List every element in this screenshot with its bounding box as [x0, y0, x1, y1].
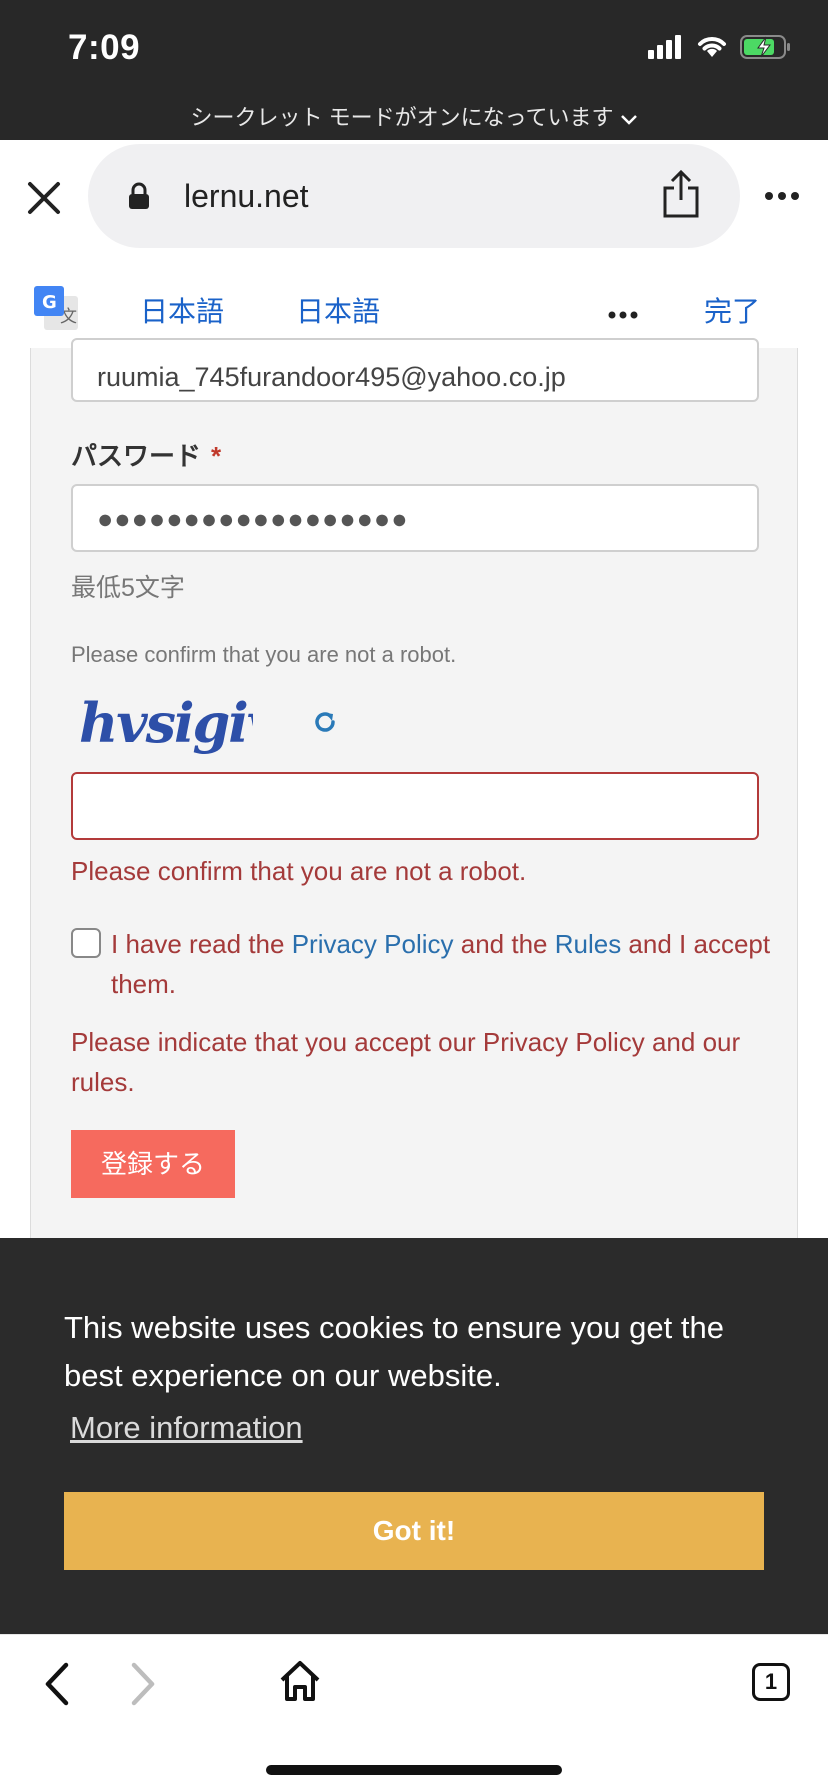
- register-button[interactable]: 登録する: [71, 1130, 235, 1198]
- more-information-link[interactable]: More information: [70, 1410, 303, 1446]
- consent-checkbox[interactable]: [71, 928, 101, 958]
- consent-prefix: I have read the: [111, 929, 292, 959]
- email-field[interactable]: ruumia_745furandoor495@yahoo.co.jp: [71, 338, 759, 402]
- captcha-text: hvsigiv: [79, 691, 253, 755]
- status-bar: 7:09 シークレット モードがオンになっています: [0, 0, 828, 140]
- privacy-policy-link[interactable]: Privacy Policy: [292, 929, 454, 959]
- home-icon[interactable]: [278, 1659, 322, 1708]
- translate-bar: 文 G 日本語 日本語 完了: [0, 260, 828, 348]
- tab-source-language[interactable]: 日本語: [140, 290, 224, 330]
- captcha-input[interactable]: [71, 772, 759, 840]
- lock-icon: [128, 182, 150, 215]
- tab-target-language[interactable]: 日本語: [296, 290, 380, 330]
- refresh-icon[interactable]: [311, 708, 339, 741]
- status-time: 7:09: [68, 28, 141, 67]
- more-icon[interactable]: [764, 188, 800, 206]
- home-indicator: [266, 1765, 562, 1775]
- incognito-banner-text: シークレット モードがオンになっています: [190, 105, 614, 130]
- got-it-button[interactable]: Got it!: [64, 1492, 764, 1570]
- tab-count: 1: [764, 1669, 778, 1694]
- tabs-icon[interactable]: 1: [752, 1663, 790, 1701]
- password-hint: 最低5文字: [71, 574, 185, 602]
- consent-text: I have read the Privacy Policy and the R…: [111, 924, 771, 1004]
- page-content: ruumia_745furandoor495@yahoo.co.jp パスワード…: [0, 338, 828, 1238]
- registration-form: ruumia_745furandoor495@yahoo.co.jp パスワード…: [30, 338, 798, 1238]
- url-bar-area: lernu.net: [0, 140, 828, 260]
- wifi-icon: [696, 35, 728, 64]
- password-label: パスワード *: [71, 436, 221, 473]
- bottom-toolbar: 1: [0, 1634, 828, 1792]
- password-label-text: パスワード: [71, 441, 202, 471]
- address-bar[interactable]: lernu.net: [88, 144, 740, 248]
- status-icons: [648, 34, 792, 65]
- close-icon[interactable]: [22, 176, 66, 220]
- captcha-prompt: Please confirm that you are not a robot.: [71, 642, 457, 667]
- rules-link[interactable]: Rules: [555, 929, 621, 959]
- consent-error: Please indicate that you accept our Priv…: [71, 1027, 741, 1097]
- captcha-image: hvsigiv: [73, 684, 281, 769]
- password-field[interactable]: ●●●●●●●●●●●●●●●●●●: [71, 484, 759, 552]
- required-mark: *: [211, 441, 222, 471]
- back-icon[interactable]: [40, 1661, 74, 1712]
- forward-icon[interactable]: [126, 1661, 160, 1712]
- chevron-down-icon: [620, 106, 638, 132]
- incognito-banner[interactable]: シークレット モードがオンになっています: [0, 100, 828, 132]
- browser-page: 7:09 シークレット モードがオンになっています lernu.net 文 G …: [0, 0, 828, 1792]
- translate-more-icon[interactable]: [608, 306, 638, 324]
- consent-middle: and the: [453, 929, 555, 959]
- translate-done-button[interactable]: 完了: [704, 290, 760, 330]
- cookie-banner: This website uses cookies to ensure you …: [0, 1238, 828, 1634]
- svg-text:G: G: [42, 292, 57, 313]
- google-translate-icon[interactable]: 文 G: [34, 286, 80, 337]
- cookie-message: This website uses cookies to ensure you …: [64, 1310, 724, 1393]
- url-text: lernu.net: [184, 178, 309, 214]
- signal-icon: [648, 35, 684, 64]
- captcha-error: Please confirm that you are not a robot.: [71, 856, 527, 886]
- share-icon[interactable]: [660, 168, 702, 225]
- battery-charging-icon: [740, 34, 792, 65]
